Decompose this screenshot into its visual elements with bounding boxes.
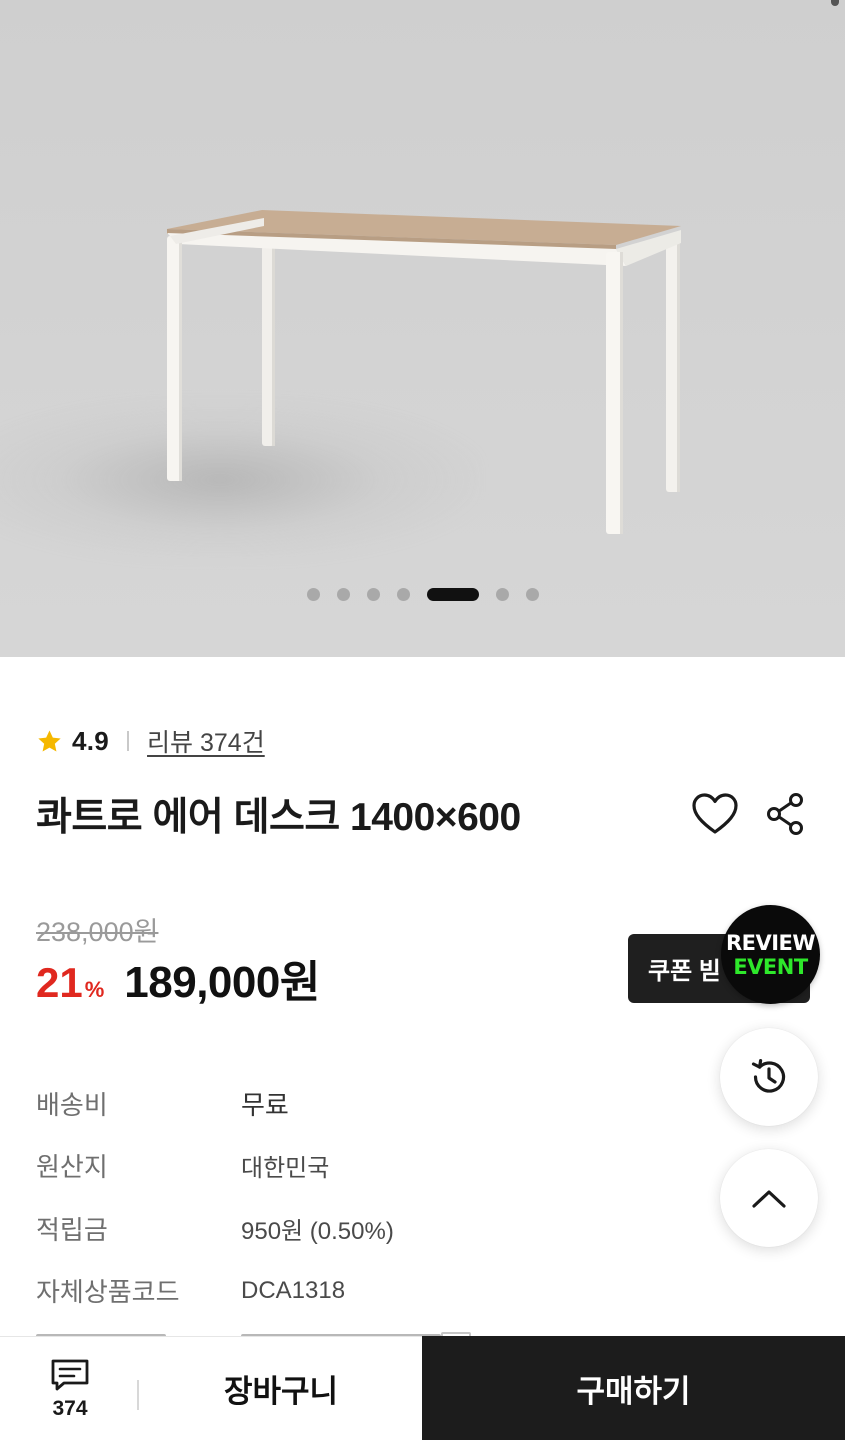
review-count-link[interactable]: 리뷰 374건 — [147, 723, 265, 759]
share-button[interactable] — [762, 789, 810, 839]
buy-now-button[interactable]: 구매하기 — [422, 1336, 845, 1440]
review-event-badge[interactable]: REVIEW EVENT — [721, 905, 820, 1004]
add-to-cart-button[interactable]: 장바구니 — [140, 1336, 422, 1440]
bottom-bar-divider — [137, 1380, 139, 1410]
review-chat-button[interactable]: 374 — [20, 1337, 120, 1440]
star-icon — [38, 729, 61, 752]
rating-divider — [127, 731, 130, 751]
info-label: 원산지 — [36, 1152, 108, 1183]
product-detail-page: 4.9 리뷰 374건 콰트로 에어 데스크 1400×600 238,000원… — [0, 0, 845, 1440]
product-info-table: 배송비 무료 원산지 대한민국 적립금 950원 (0.50%) 자체상품코드 … — [36, 1072, 676, 1322]
pagination-dot[interactable] — [336, 587, 350, 601]
info-value: DCA1318 — [241, 1276, 346, 1304]
review-event-line2: EVENT — [733, 954, 808, 979]
discount-rate: 21 — [36, 959, 83, 1006]
price-row: 21 % 189,000원 — [36, 946, 320, 1010]
info-value: 950원 (0.50%) — [241, 1217, 394, 1245]
recent-history-button[interactable] — [720, 1028, 818, 1126]
coupon-label: 쿠폰 빋 — [648, 958, 721, 985]
gallery-pagination — [0, 587, 845, 601]
chevron-up-icon — [752, 1190, 786, 1208]
chat-count: 374 — [52, 1397, 88, 1420]
chat-icon — [51, 1359, 89, 1391]
info-value: 대한민국 — [241, 1155, 330, 1183]
original-price: 238,000원 — [36, 917, 159, 947]
info-row-product-code: 자체상품코드 DCA1318 — [36, 1260, 676, 1323]
discount-unit: % — [84, 977, 105, 1002]
info-label: 자체상품코드 — [36, 1277, 180, 1308]
scroll-to-top-button[interactable] — [720, 1149, 818, 1247]
review-event-line1: REVIEW — [725, 930, 816, 955]
info-row-points: 적립금 950원 (0.50%) — [36, 1197, 676, 1260]
product-image-gallery[interactable] — [0, 0, 845, 657]
desk-image — [167, 210, 681, 534]
info-row-origin: 원산지 대한민국 — [36, 1135, 676, 1198]
rating-row: 4.9 리뷰 374건 — [36, 724, 265, 758]
pagination-dot-active[interactable] — [426, 587, 479, 601]
wishlist-button[interactable] — [688, 789, 742, 839]
pagination-dot[interactable] — [306, 587, 320, 601]
pagination-dot[interactable] — [525, 587, 539, 601]
rating-score: 4.9 — [72, 725, 110, 756]
sale-price: 189,000원 — [124, 958, 320, 1007]
pagination-dot[interactable] — [495, 587, 509, 601]
info-row-shipping: 배송비 무료 — [36, 1072, 676, 1135]
info-label: 배송비 — [36, 1089, 108, 1120]
product-title: 콰트로 에어 데스크 1400×600 — [36, 796, 521, 839]
info-value: 무료 — [241, 1089, 289, 1120]
info-label: 적립금 — [36, 1214, 108, 1245]
pagination-dot[interactable] — [396, 587, 410, 601]
history-icon — [751, 1058, 786, 1093]
heart-icon — [692, 793, 738, 834]
pagination-dot[interactable] — [366, 587, 380, 601]
share-icon — [767, 793, 803, 835]
